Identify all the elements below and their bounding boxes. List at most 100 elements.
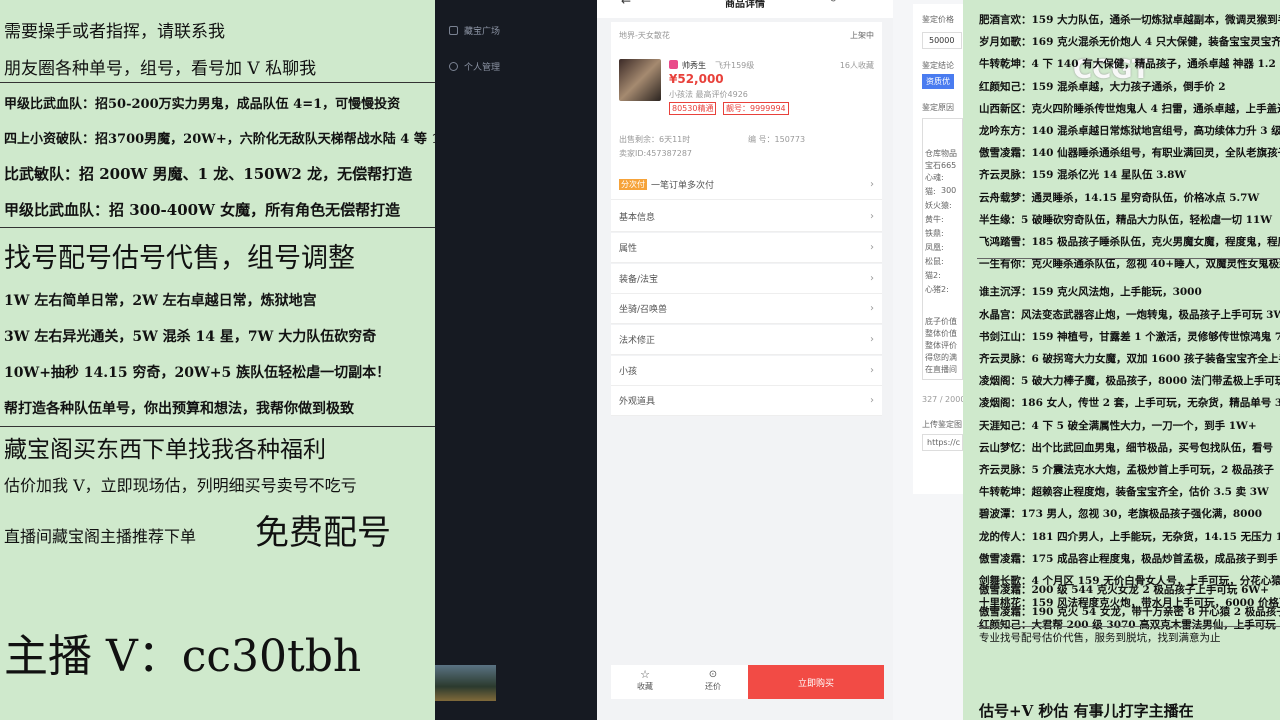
form-label: 上传鉴定图 <box>922 420 962 429</box>
listing-line: 凌烟阁：5 破大力棒子魔，极品孩子，8000 法门带孟极上手可玩 <box>979 375 1280 387</box>
more-icon[interactable]: ⋯ <box>860 0 870 5</box>
bargain-button[interactable]: ⊙ 还价 <box>693 669 733 692</box>
reason-line: 300 <box>941 186 957 195</box>
reason-line: 整体评价 <box>925 341 957 350</box>
streamer-contact: 主播 V：cc30tbh <box>4 631 362 682</box>
row-appearance[interactable]: 外观道具 › <box>611 386 882 416</box>
time-left: 出售剩余：6天11时 <box>619 135 691 144</box>
form-label: 鉴定价格 <box>922 15 954 24</box>
appraisal-price-input[interactable]: 50000 <box>922 32 962 49</box>
left-line: 甲级比武血队：招50-200万实力男鬼，成品队伍 4=1，可慢慢投资 <box>4 97 401 112</box>
dark-sidebar: 藏宝广场 个人管理 <box>435 0 597 720</box>
bargain-label: 还价 <box>705 682 721 691</box>
star-icon: ☆ <box>640 668 650 681</box>
sidebar-item-label: 个人管理 <box>464 63 501 73</box>
sidebar-item-market[interactable]: 藏宝广场 <box>449 24 500 37</box>
game-thumbnail[interactable] <box>435 665 496 701</box>
row-label: 外观道具 <box>619 397 656 407</box>
divider <box>977 626 1280 627</box>
tag-badge: 80530精通 <box>669 102 717 115</box>
status-badge: 上架中 <box>850 31 874 40</box>
left-headline: 找号配号估号代售，组号调整 <box>4 243 355 274</box>
left-highlight: 免费配号 <box>255 513 391 553</box>
chevron-right-icon: › <box>870 179 874 190</box>
chevron-right-icon: › <box>870 334 874 345</box>
share-icon[interactable]: ⟳ <box>830 0 838 5</box>
reason-line: 心魂: <box>925 173 944 182</box>
left-line: 需要操手或者指挥，请联系我 <box>4 22 225 42</box>
reason-line: 宝石665 <box>925 161 957 170</box>
left-headline: 藏宝阁买东西下单找我各种福利 <box>4 437 326 463</box>
listing-line: 肥酒言欢：159 大力队伍，通杀一切炼狱卓越副本，微调灵猴到手 <box>979 14 1280 26</box>
left-line: 比武敏队：招 200W 男魔、1 龙、150W2 龙，无偿帮打造 <box>4 165 413 183</box>
chevron-right-icon: › <box>870 273 874 284</box>
row-attributes[interactable]: 属性 › <box>611 233 882 263</box>
left-line: 甲级比武血队：招 300-400W 女魔，所有角色无偿帮打造 <box>4 201 401 219</box>
reason-line: 松鼠: <box>925 257 944 266</box>
left-line: 直播间藏宝阁主播推荐下单 <box>4 527 197 546</box>
listing-line: 傲雪凌霜：140 仙器睡杀通杀组号，有职业满回灵，全队老旗孩子 <box>979 147 1280 159</box>
listing-line: 齐云灵脉：6 破拐弯大力女魔，双加 1600 孩子装备宝宝齐全上手 <box>979 353 1280 365</box>
row-label: 法术修正 <box>619 336 656 346</box>
row-label: 坐骑/召唤兽 <box>619 305 668 315</box>
listing-line: 岁月如歌：169 克火混杀无价炮人 4 只大保健，装备宝宝灵宝齐全 <box>979 36 1280 48</box>
price: ¥52,000 <box>669 72 724 86</box>
installment-payment-row[interactable]: 分次付 一笔订单多次付 › <box>611 170 882 200</box>
pay-tag: 分次付 <box>619 179 647 190</box>
favorite-count: 16人收藏 <box>839 61 874 70</box>
row-children[interactable]: 小孩 › <box>611 356 882 386</box>
buy-now-button[interactable]: 立即购买 <box>748 665 884 699</box>
divider <box>0 82 435 83</box>
form-label: 鉴定原因 <box>922 103 954 112</box>
divider <box>0 227 435 228</box>
reason-line: 猫: <box>925 187 936 196</box>
tag-badge: 靓号：9999994 <box>723 102 789 115</box>
listing-line: 红颜知己：159 混杀卓越，大力孩子通杀，倒手价 2 <box>979 81 1226 93</box>
quality-button[interactable]: 资质优 <box>922 74 954 89</box>
reason-line: 心猪2: <box>925 285 949 294</box>
appraisal-form: 鉴定价格 50000 鉴定结论 资质优 鉴定原因 仓库物品 宝石665 心魂: … <box>893 0 966 720</box>
listing-line: 云山梦忆：出个比武回血男鬼，细节极品，买号包找队伍，看号 <box>979 442 1273 454</box>
divider <box>0 426 435 427</box>
listing-line: 傲雪凌霜：200 级 544 克火女龙 2 极品孩子上手可玩 6W+ <box>979 584 1269 596</box>
favorite-button[interactable]: ☆ 收藏 <box>625 669 665 692</box>
listing-line: 碧波潭：173 男人，忽视 30，老旗极品孩子强化满，8000 <box>979 508 1263 520</box>
left-line: 四上小资破队：招3700男魔，20W+，六阶化无敌队天梯帮战水陆 4 等 1 <box>4 132 441 147</box>
reason-line: 妖火猿: <box>925 201 952 210</box>
bargain-icon: ⊙ <box>708 669 718 680</box>
server-location: 地界-天女散花 <box>619 31 670 40</box>
listing-line: 天涯知己：4 下 5 破全满属性大力，一刀一个，到手 1W+ <box>979 420 1257 432</box>
page-title: 商品详情 <box>725 0 765 10</box>
listing-line: 龙的传人：181 四介男人，上手能玩，无杂货，14.15 无压力 1.8W <box>979 531 1280 543</box>
left-line: 朋友圈各种单号，组号，看号加 V 私聊我 <box>4 59 317 79</box>
reason-line: 黄牛: <box>925 215 944 224</box>
row-spell-correction[interactable]: 法术修正 › <box>611 325 882 355</box>
service-slogan: 专业找号配号估价代售，服务到脱坑，找到满意为止 <box>979 632 1221 644</box>
row-basic-info[interactable]: 基本信息 › <box>611 202 882 232</box>
item-number: 编 号：150773 <box>748 135 806 144</box>
reason-line: 仓库物品 <box>925 149 957 158</box>
left-line: 估价加我 V，立即现场估，列明细买号卖号不吃亏 <box>4 476 357 495</box>
listing-line: 凌烟阁：186 女人，传世 2 套，上手可玩，无杂货，精品单号 3.8 <box>979 397 1280 409</box>
right-overlay-panel: CCGT 肥酒言欢：159 大力队伍，通杀一切炼狱卓越副本，微调灵猴到手 岁月如歌… <box>963 0 1280 720</box>
row-equipment[interactable]: 装备/法宝 › <box>611 264 882 294</box>
listing-line: 云舟载梦：通灵睡杀，14.15 星穷奇队伍，价格冰点 5.7W <box>979 192 1260 204</box>
reason-line: 铁鼎: <box>925 229 944 238</box>
char-counter: 327 / 2000 <box>922 395 966 404</box>
divider <box>977 258 1280 259</box>
character-avatar[interactable] <box>619 59 661 101</box>
sidebar-item-personal[interactable]: 个人管理 <box>449 60 500 73</box>
listing-line: 牛转乾坤：4 下 140 有大保健，精品孩子，通杀卓越 神器 1.2 <box>979 58 1276 70</box>
listing-line: 龙吟东方：140 混杀卓越日常炼狱地宫组号，高功续体力升 3 级+ <box>979 125 1280 137</box>
row-label: 小孩 <box>619 367 638 377</box>
store-icon <box>449 26 458 35</box>
row-mounts-pets[interactable]: 坐骑/召唤兽 › <box>611 294 882 324</box>
listing-line: 水晶宫：风法变态武器容止炮，一炮转鬼，极品孩子上手可玩 3W <box>979 309 1280 321</box>
form-label: 鉴定结论 <box>922 61 954 70</box>
row-label: 属性 <box>619 244 638 254</box>
sub-info: 小孩法 最高评价4926 <box>669 90 748 99</box>
chevron-right-icon: › <box>870 395 874 406</box>
listing-line: 齐云灵脉：5 介震法克水大炮，孟极炒首上手可玩，2 极品孩子 <box>979 464 1274 476</box>
chevron-right-icon: › <box>870 303 874 314</box>
image-url-input[interactable]: https://c <box>922 434 963 451</box>
